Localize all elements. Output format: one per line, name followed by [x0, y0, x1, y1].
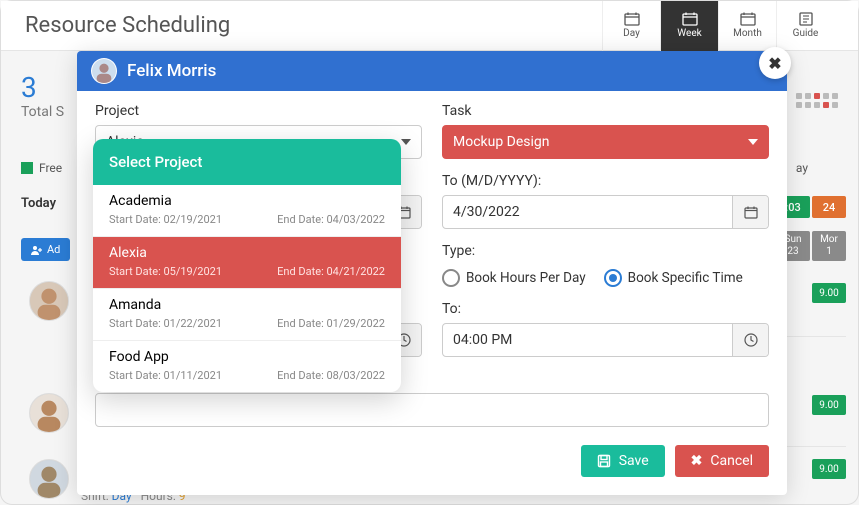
save-label: Save: [619, 453, 649, 469]
modal-footer: Save ✖ Cancel: [77, 445, 787, 495]
view-month[interactable]: Month: [718, 1, 776, 51]
radio-book-hours-label: Book Hours Per Day: [466, 270, 586, 286]
radio-icon: [604, 269, 622, 287]
cancel-button[interactable]: ✖ Cancel: [675, 445, 769, 477]
add-user-icon: [31, 245, 43, 255]
modal-header: Felix Morris: [77, 51, 787, 91]
project-option-name: Alexia: [109, 245, 385, 261]
project-dropdown-header: Select Project: [93, 139, 401, 185]
calendar-icon: [682, 12, 698, 26]
time-to-input[interactable]: 04:00 PM: [442, 323, 769, 357]
save-button[interactable]: Save: [581, 445, 665, 477]
page-title: Resource Scheduling: [25, 13, 230, 38]
radio-book-specific[interactable]: Book Specific Time: [604, 269, 743, 287]
row-value: 9.00: [812, 395, 846, 415]
cancel-label: Cancel: [710, 453, 753, 469]
stats-label: Total S: [21, 104, 64, 120]
calendar-icon: [740, 12, 756, 26]
view-guide-label: Guide: [793, 28, 819, 39]
status-dots: [796, 93, 838, 108]
radio-icon: [442, 269, 460, 287]
project-dropdown: Select Project Academia Start Date: 02/19…: [93, 139, 401, 392]
project-option[interactable]: Academia Start Date: 02/19/2021End Date: …: [93, 185, 401, 237]
task-label: Task: [442, 103, 769, 119]
view-day[interactable]: Day: [602, 1, 660, 51]
project-label: Project: [95, 103, 422, 119]
calendar-addon[interactable]: [732, 196, 768, 228]
project-option[interactable]: Amanda Start Date: 01/22/2021End Date: 01…: [93, 289, 401, 341]
project-option[interactable]: Alexia Start Date: 05/19/2021End Date: 04…: [93, 237, 401, 289]
project-option[interactable]: Food App Start Date: 01/11/2021End Date: …: [93, 341, 401, 392]
add-button-label: Ad: [47, 243, 60, 256]
avatar[interactable]: [29, 393, 69, 433]
save-icon: [597, 454, 611, 468]
guide-icon: [798, 12, 814, 26]
view-week-label: Week: [677, 28, 701, 39]
calendar-icon: [624, 12, 640, 26]
project-option-name: Amanda: [109, 297, 385, 313]
project-option-name: Academia: [109, 193, 385, 209]
avatar[interactable]: [29, 459, 69, 499]
view-week[interactable]: Week: [660, 1, 718, 51]
legend-free: Free: [21, 161, 62, 175]
row-value: 9.00: [812, 283, 846, 303]
modal-close-button[interactable]: ✖: [759, 47, 791, 79]
stats-block: 3 Total S: [21, 71, 64, 120]
type-radio-group: Book Hours Per Day Book Specific Time: [442, 269, 769, 287]
view-guide[interactable]: Guide: [776, 1, 834, 51]
close-icon: ✖: [768, 54, 781, 73]
clock-addon[interactable]: [732, 324, 768, 356]
task-select-value: Mockup Design: [453, 134, 550, 150]
modal-avatar: [91, 58, 117, 84]
description-input[interactable]: [95, 393, 769, 427]
calendar-icon: [744, 206, 758, 219]
stats-count: 3: [21, 71, 64, 104]
today-label[interactable]: Today: [21, 196, 56, 211]
task-select[interactable]: Mockup Design: [442, 125, 769, 159]
project-option-name: Food App: [109, 349, 385, 365]
view-day-label: Day: [623, 28, 640, 39]
legend-free-label: Free: [39, 161, 62, 175]
project-option-dates: Start Date: 01/22/2021End Date: 01/29/20…: [109, 317, 385, 330]
time-to-value: 04:00 PM: [443, 332, 732, 348]
project-option-dates: Start Date: 05/19/2021End Date: 04/21/20…: [109, 265, 385, 278]
radio-book-hours[interactable]: Book Hours Per Day: [442, 269, 586, 287]
add-button[interactable]: Ad: [21, 238, 70, 261]
view-month-label: Month: [733, 28, 762, 39]
clock-icon: [744, 333, 758, 347]
page-header: Resource Scheduling Day Week Month Guide: [1, 1, 858, 51]
avatar[interactable]: [29, 281, 69, 321]
cancel-icon: ✖: [691, 453, 703, 469]
radio-book-specific-label: Book Specific Time: [628, 270, 743, 286]
to-date-value: 4/30/2022: [443, 204, 732, 220]
time-to-label: To:: [442, 301, 769, 317]
chevron-down-icon: [748, 139, 758, 145]
project-option-dates: Start Date: 02/19/2021End Date: 04/03/20…: [109, 213, 385, 226]
chevron-down-icon: [401, 139, 411, 145]
day-cell[interactable]: Mor 1: [812, 231, 846, 261]
view-switcher: Day Week Month Guide: [602, 1, 834, 51]
legend-right: ay: [796, 161, 808, 175]
type-label: Type:: [442, 243, 769, 259]
to-date-input[interactable]: 4/30/2022: [442, 195, 769, 229]
modal-user-name: Felix Morris: [127, 61, 216, 81]
to-label: To (M/D/YYYY):: [442, 173, 769, 189]
time-cell: 24: [812, 196, 846, 218]
row-value: 9.00: [812, 459, 846, 479]
project-option-dates: Start Date: 01/11/2021End Date: 08/03/20…: [109, 369, 385, 382]
